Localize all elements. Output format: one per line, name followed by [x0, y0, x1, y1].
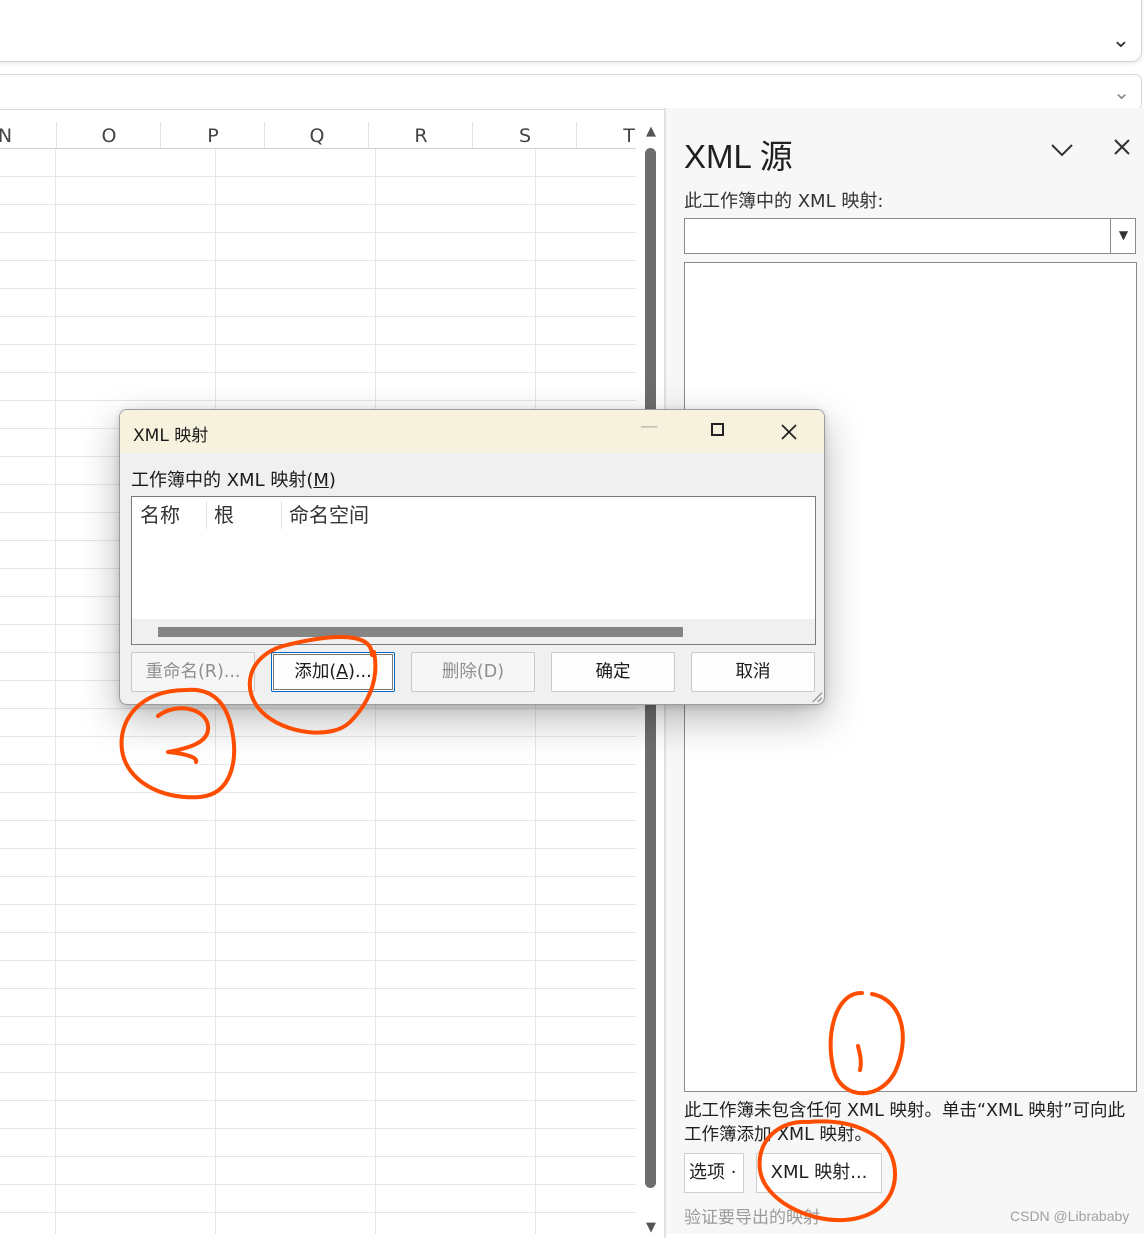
xml-maps-select[interactable]	[684, 218, 1136, 254]
add-button-suffix: )...	[348, 662, 372, 682]
list-header-name[interactable]: 名称	[140, 500, 180, 532]
pane-options-chevron-down-icon[interactable]	[1049, 136, 1075, 166]
xml-maps-dialog: XML 映射 — 工作簿中的 XML 映射(M) 名称 根 命名空间 重命名(R…	[119, 409, 825, 705]
pane-close-icon[interactable]	[1112, 134, 1132, 164]
formula-bar-expand-chevron-down-icon[interactable]: ⌄	[1113, 80, 1130, 104]
add-button-accesskey: A	[336, 662, 349, 682]
xml-maps-label: 此工作簿中的 XML 映射:	[684, 191, 884, 212]
options-button[interactable]: 选项 ·	[684, 1153, 744, 1193]
column-headers: N O P Q R S T	[0, 122, 636, 149]
dialog-title: XML 映射	[133, 426, 209, 446]
watermark: CSDN @Librababy	[1010, 1208, 1130, 1224]
column-header-n[interactable]: N	[0, 122, 57, 148]
ok-button[interactable]: 确定	[551, 652, 675, 692]
column-header-q[interactable]: Q	[264, 122, 369, 148]
dialog-close-icon[interactable]	[780, 417, 798, 447]
rename-button[interactable]: 重命名(R)...	[131, 652, 255, 692]
list-header-separator[interactable]	[281, 501, 282, 529]
xml-maps-button[interactable]: XML 映射...	[756, 1153, 882, 1193]
add-button-prefix: 添加(	[294, 662, 337, 682]
cancel-button[interactable]: 取消	[691, 652, 815, 692]
dropdown-caret-down-icon[interactable]: ▼	[1110, 218, 1136, 254]
scroll-down-arrow-icon[interactable]: ▼	[643, 1220, 659, 1235]
list-header-namespace[interactable]: 命名空间	[289, 500, 369, 532]
minimize-icon: —	[640, 416, 658, 437]
maps-list-label-accesskey: M	[313, 470, 329, 491]
maps-list-label-end: )	[328, 470, 336, 491]
add-button[interactable]: 添加(A)...	[271, 652, 395, 692]
verify-map-for-export-link[interactable]: 验证要导出的映射	[684, 1203, 820, 1228]
column-header-r[interactable]: R	[368, 122, 473, 148]
maximize-icon[interactable]	[711, 423, 724, 436]
column-header-s[interactable]: S	[472, 122, 577, 148]
list-horizontal-scrollbar-thumb[interactable]	[158, 627, 683, 637]
column-header-p[interactable]: P	[160, 122, 265, 148]
maps-list-label: 工作簿中的 XML 映射(M)	[131, 466, 336, 492]
pane-title: XML 源	[684, 138, 793, 175]
scroll-up-arrow-icon[interactable]: ▲	[643, 124, 659, 139]
formula-bar[interactable]	[0, 74, 1142, 110]
column-header-o[interactable]: O	[56, 122, 161, 148]
list-header-root[interactable]: 根	[214, 500, 234, 532]
ribbon-collapse-chevron-down-icon[interactable]: ⌄	[1112, 28, 1130, 53]
ribbon-bar	[0, 0, 1142, 62]
delete-button[interactable]: 删除(D)	[411, 652, 535, 692]
column-header-t[interactable]: T	[576, 122, 636, 148]
no-maps-hint: 此工作簿未包含任何 XML 映射。单击“XML 映射”可向此工作簿添加 XML …	[684, 1101, 1125, 1145]
list-header-separator[interactable]	[206, 501, 207, 529]
resize-grip-icon[interactable]	[812, 692, 822, 702]
maps-list-label-text: 工作簿中的 XML 映射(	[131, 470, 314, 491]
